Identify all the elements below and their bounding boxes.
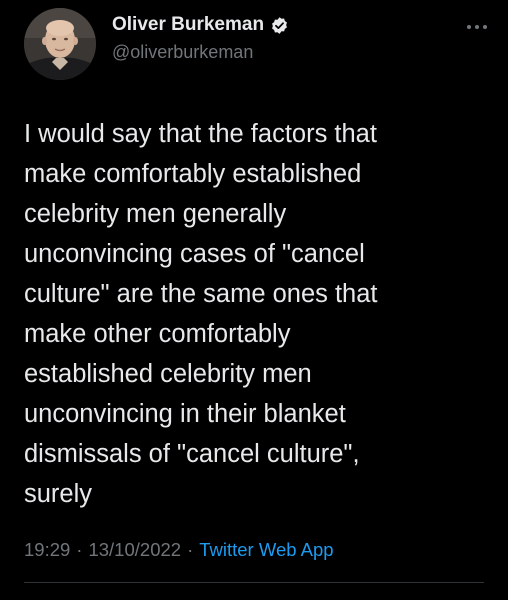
meta-separator: ·	[76, 539, 83, 560]
avatar-image	[24, 8, 96, 80]
tweet-time[interactable]: 19:29	[24, 539, 70, 561]
more-horizontal-icon[interactable]	[464, 18, 490, 36]
verified-badge-icon	[270, 16, 289, 35]
divider	[24, 582, 484, 583]
handle[interactable]: @oliverburkeman	[112, 42, 289, 63]
display-name[interactable]: Oliver Burkeman	[112, 14, 264, 36]
tweet-text: I would say that the factors that make c…	[24, 120, 378, 508]
name-row: Oliver Burkeman	[112, 12, 289, 38]
tweet-card: Oliver Burkeman @oliverburkeman I would …	[0, 0, 508, 600]
meta-separator: ·	[187, 539, 194, 560]
tweet-meta: 19:29 · 13/10/2022 · Twitter Web App	[24, 539, 334, 561]
tweet-date[interactable]: 13/10/2022	[88, 539, 181, 561]
tweet-source-link[interactable]: Twitter Web App	[199, 539, 333, 561]
author-block: Oliver Burkeman @oliverburkeman	[112, 12, 289, 63]
avatar[interactable]	[24, 8, 96, 80]
